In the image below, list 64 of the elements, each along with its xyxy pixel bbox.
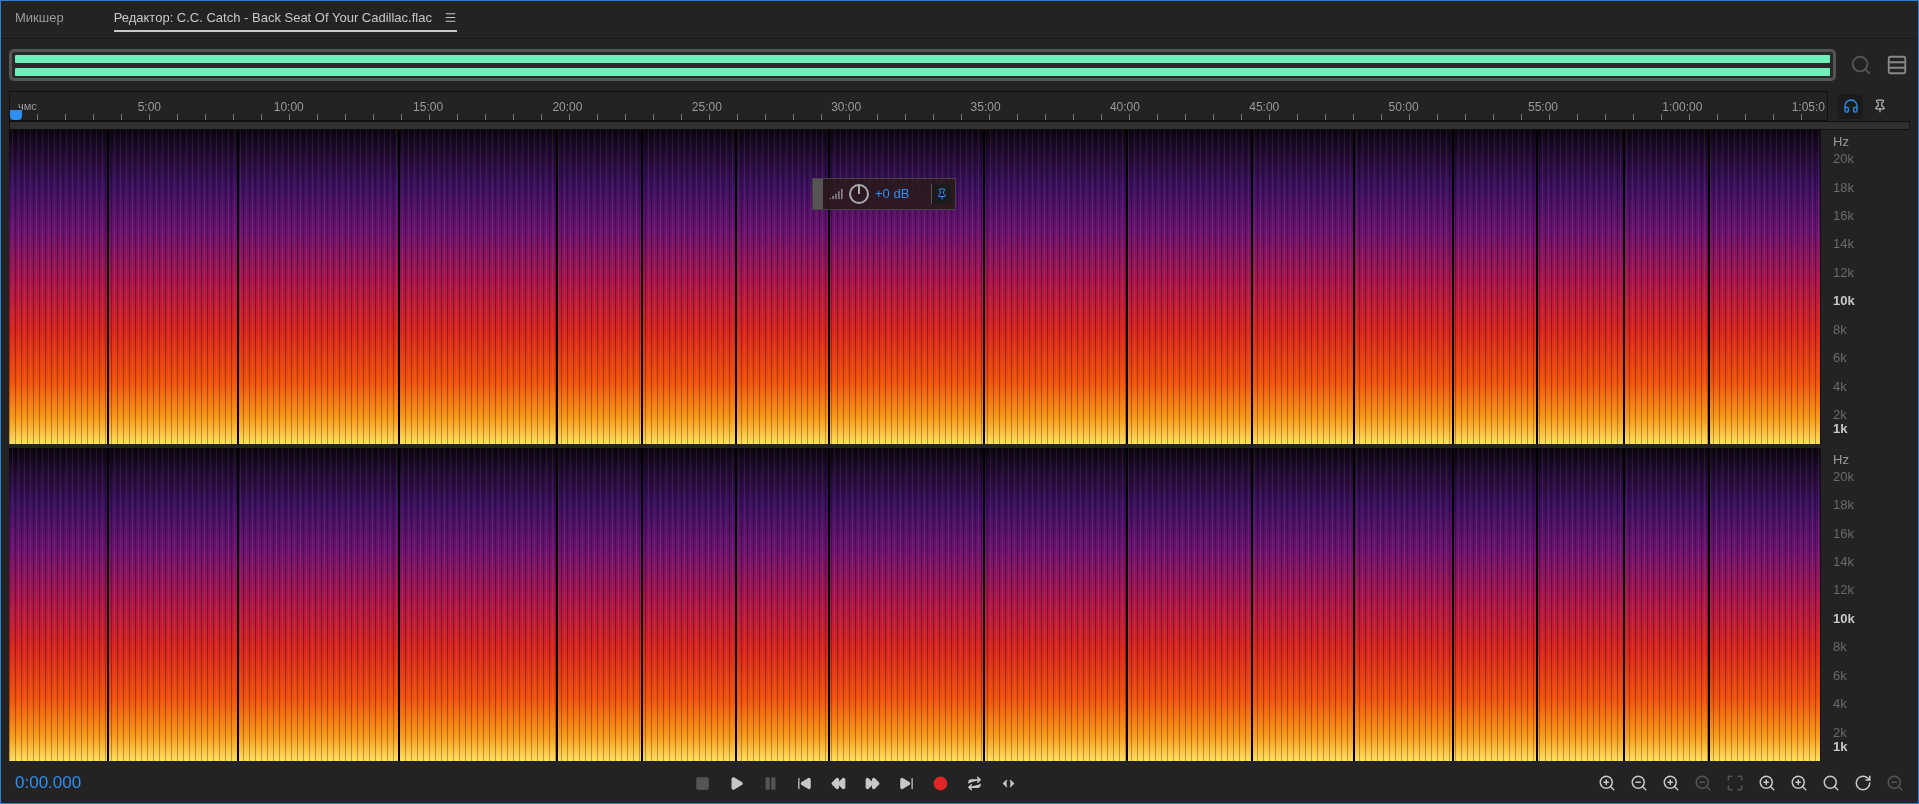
- frequency-label: 10k: [1833, 610, 1855, 629]
- frequency-label: 16k: [1833, 524, 1854, 543]
- loop-icon[interactable]: [967, 775, 982, 791]
- waveform-overview[interactable]: [9, 49, 1836, 81]
- gain-hud[interactable]: +0 dB: [812, 178, 956, 210]
- frequency-label: 18k: [1833, 178, 1854, 197]
- knob-icon[interactable]: [849, 184, 869, 204]
- list-icon[interactable]: [1886, 54, 1908, 76]
- frequency-label: 20k: [1833, 467, 1854, 486]
- zoom-icon[interactable]: [1758, 774, 1776, 792]
- zoom-icon[interactable]: [1598, 774, 1616, 792]
- frequency-label: 8k: [1833, 321, 1847, 339]
- unit-label: Hz: [1833, 133, 1849, 151]
- playhead-marker[interactable]: [10, 110, 22, 120]
- time-label: 55:00: [1528, 99, 1558, 116]
- frequency-label: 16k: [1833, 207, 1854, 226]
- unit-label: чмс: [18, 99, 37, 114]
- time-label: 35:00: [970, 99, 1001, 116]
- zoom-icon[interactable]: [1630, 774, 1648, 792]
- play-icon[interactable]: [729, 775, 744, 791]
- gain-value: +0 dB: [875, 185, 911, 204]
- skip-back-icon[interactable]: [797, 775, 812, 791]
- frequency-label: 8k: [1833, 638, 1847, 657]
- menu-icon[interactable]: [443, 10, 457, 24]
- time-label: 30:00: [831, 99, 862, 116]
- frequency-label: 12k: [1833, 264, 1854, 283]
- zoom-icon[interactable]: [1822, 774, 1840, 792]
- frequency-label: 6k: [1833, 666, 1847, 685]
- scroll-bar[interactable]: [9, 121, 1910, 130]
- signal-icon: [829, 187, 843, 201]
- fast-forward-icon[interactable]: [865, 775, 880, 791]
- zoom-icon[interactable]: [1662, 774, 1680, 792]
- frequency-label: 4k: [1833, 377, 1847, 396]
- zoom-icon[interactable]: [1790, 774, 1808, 792]
- time-display: 0:00.000: [15, 772, 83, 795]
- time-label: 50:00: [1388, 99, 1419, 116]
- frequency-label: 14k: [1833, 235, 1854, 254]
- record-icon[interactable]: [933, 775, 948, 791]
- time-label: 15:00: [413, 99, 444, 116]
- time-label: 10:00: [273, 99, 304, 116]
- time-label: 5:00: [137, 99, 162, 116]
- frequency-label: 12k: [1833, 581, 1854, 600]
- time-label: 45:00: [1249, 99, 1280, 116]
- unit-label: Hz: [1833, 450, 1849, 469]
- skip-forward-icon[interactable]: [899, 775, 914, 791]
- frequency-label: 4k: [1833, 695, 1847, 714]
- frequency-label: 10k: [1833, 292, 1855, 311]
- marker-icon[interactable]: [1873, 97, 1887, 115]
- frequency-label: 18k: [1833, 496, 1854, 515]
- time-label: 25:00: [691, 99, 722, 116]
- time-label: 1:00:00: [1662, 99, 1703, 116]
- tab[interactable]: Редактор: C.C. Catch - Back Seat Of Your Cadillac.flac: [113, 7, 457, 32]
- frequency-label: 20k: [1833, 150, 1854, 169]
- frequency-label: 14k: [1833, 553, 1854, 572]
- rotate-icon[interactable]: [1854, 774, 1872, 792]
- time-label: 20:00: [552, 99, 583, 116]
- tab[interactable]: Микшер: [15, 7, 64, 32]
- frequency-label: 6k: [1833, 349, 1847, 368]
- time-label: 1:05:0: [1791, 99, 1825, 116]
- time-ruler[interactable]: чмс 5:00 10:00 15:00 20:00 25:00 30:00 35:00 40:00 45:00 50:00 55:00 1:00:00 1:05:0: [9, 91, 1828, 121]
- time-label: 40:00: [1109, 99, 1140, 116]
- rewind-icon[interactable]: [831, 775, 846, 791]
- headphones-icon[interactable]: [1838, 93, 1863, 119]
- pin-icon[interactable]: [931, 184, 951, 204]
